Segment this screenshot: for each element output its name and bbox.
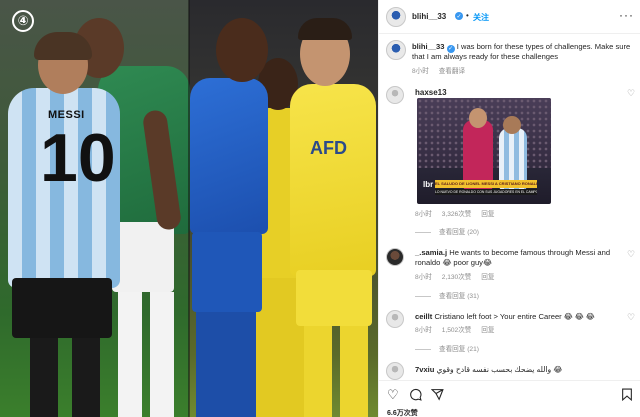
caption-meta: 8小时 查看翻译 <box>412 65 473 75</box>
comment-body: 7vxiu والله يضحك بحسب نفسه قادح وقوي 😂 <box>415 365 621 374</box>
separator-dot: • <box>466 11 469 20</box>
share-icon[interactable] <box>430 388 444 403</box>
author-avatar[interactable] <box>386 7 406 27</box>
player-yellow-shorts <box>296 270 372 326</box>
commenter-avatar[interactable] <box>386 362 404 380</box>
see-translation-link[interactable]: 查看翻译 <box>439 68 465 75</box>
comment-time: 8小时 <box>415 327 432 334</box>
player-blue-legs <box>196 312 256 417</box>
player-yellow-shirt <box>290 84 376 276</box>
caption-avatar[interactable] <box>386 40 406 60</box>
reply-link[interactable]: 回复 <box>481 211 494 218</box>
comment-like-heart-icon[interactable]: ♡ <box>627 249 635 260</box>
caption-username[interactable]: blihi__33 <box>412 42 445 51</box>
comment-time: 8小时 <box>415 211 432 218</box>
comment-text: Cristiano left foot > Your entire Career… <box>434 312 595 321</box>
player-argentina-hair <box>34 32 92 60</box>
comment-likes[interactable]: 2,130次赞 <box>442 274 472 281</box>
player-green-leg <box>150 292 174 417</box>
commenter-avatar[interactable] <box>386 86 404 104</box>
comment-meta: 8小时 1,502次赞 回复 <box>415 324 502 334</box>
comment-meta: 8小时 2,130次赞 回复 <box>415 271 502 281</box>
slide-number-badge: ④ <box>12 10 34 32</box>
player-blue-shorts <box>192 232 262 312</box>
more-horizontal-icon[interactable]: ··· <box>619 9 634 21</box>
caption: blihi__33 ✓ I was born for these types o… <box>412 42 634 62</box>
comment-like-heart-icon[interactable]: ♡ <box>627 88 635 99</box>
player-yellow-hair <box>298 18 352 40</box>
comment-body: ceillt Cristiano left foot > Your entire… <box>415 312 621 322</box>
comments-scroll-area[interactable]: blihi__33 ✓ I was born for these types o… <box>379 34 640 380</box>
commenter-avatar[interactable] <box>386 310 404 328</box>
player-yellow-leg <box>340 326 368 417</box>
follow-button[interactable]: 关注 <box>473 12 489 23</box>
thumb-caption: EL SALUDO DE LIONEL MESSI A CRISTIANO RO… <box>435 180 537 188</box>
comment-meta: 8小时 3,326次赞 回复 <box>415 208 502 218</box>
player-argentina-shorts <box>12 278 112 338</box>
player-argentina-sock <box>30 338 58 417</box>
reply-link[interactable]: 回复 <box>481 327 494 334</box>
comment-likes[interactable]: 3,326次赞 <box>442 211 472 218</box>
like-count[interactable]: 6.6万次赞 <box>387 408 418 417</box>
comment-time: 8小时 <box>415 274 432 281</box>
commenter-avatar[interactable] <box>386 248 404 266</box>
player-blue-shirt <box>190 78 268 234</box>
comment-icon[interactable] <box>409 388 422 403</box>
player-green-shorts <box>112 222 174 292</box>
verified-badge-icon: ✓ <box>446 45 455 53</box>
heart-icon[interactable]: ♡ <box>387 388 399 401</box>
instagram-post-viewer: MESSI 10 AFD ④ blihi__33 ✓ • 关注 ··· blih… <box>0 0 640 417</box>
view-replies-link[interactable]: 查看回复 (31) <box>415 290 479 300</box>
thumb-player-pink-head <box>469 108 487 128</box>
comment-text: والله يضحك بحسب نفسه قادح وقوي 😂 <box>436 365 563 374</box>
comment-body: _.samia.j He wants to become famous thro… <box>415 248 621 268</box>
author-username[interactable]: blihi__33 <box>412 12 446 21</box>
comment-likes[interactable]: 1,502次赞 <box>442 327 472 334</box>
thumb-subcaption: LO NUEVO DE RONALDO CON SUS JUGADORES EN… <box>435 189 537 195</box>
view-replies-link[interactable]: 查看回复 (21) <box>415 343 479 353</box>
view-replies-link[interactable]: 查看回复 (20) <box>415 226 479 236</box>
jersey-sponsor-text: AFD <box>310 138 347 158</box>
caption-time: 8小时 <box>412 68 429 75</box>
post-media-image[interactable]: MESSI 10 AFD ④ <box>0 0 378 417</box>
comment-username[interactable]: ceillt <box>415 312 432 321</box>
caption-body: I was born for these types of challenges… <box>412 42 631 61</box>
player-yellow-leg <box>304 326 332 417</box>
bookmark-icon[interactable] <box>621 388 633 403</box>
verified-badge-icon: ✓ <box>455 12 463 20</box>
post-header: blihi__33 ✓ • 关注 ··· <box>379 0 640 34</box>
player-green-leg <box>118 292 142 417</box>
player-argentina-sock <box>72 338 100 417</box>
comment-username[interactable]: _.samia.j <box>415 248 447 257</box>
comment-username[interactable]: 7vxiu <box>415 365 434 374</box>
thumb-player-striped-head <box>503 116 521 134</box>
thumb-channel-logo: lbr <box>423 180 434 189</box>
comment-like-heart-icon[interactable]: ♡ <box>627 312 635 323</box>
reply-link[interactable]: 回复 <box>481 274 494 281</box>
collage-divider <box>188 0 190 417</box>
comment-username[interactable]: haxse13 <box>415 88 447 97</box>
jersey-number: 10 <box>40 120 116 196</box>
comment-image[interactable]: lbr EL SALUDO DE LIONEL MESSI A CRISTIAN… <box>417 98 551 204</box>
player-blue-head <box>216 18 268 82</box>
post-side-panel: blihi__33 ✓ • 关注 ··· blihi__33 ✓ I was b… <box>378 0 640 417</box>
post-action-bar: ♡ 6.6万次赞 <box>379 380 640 417</box>
